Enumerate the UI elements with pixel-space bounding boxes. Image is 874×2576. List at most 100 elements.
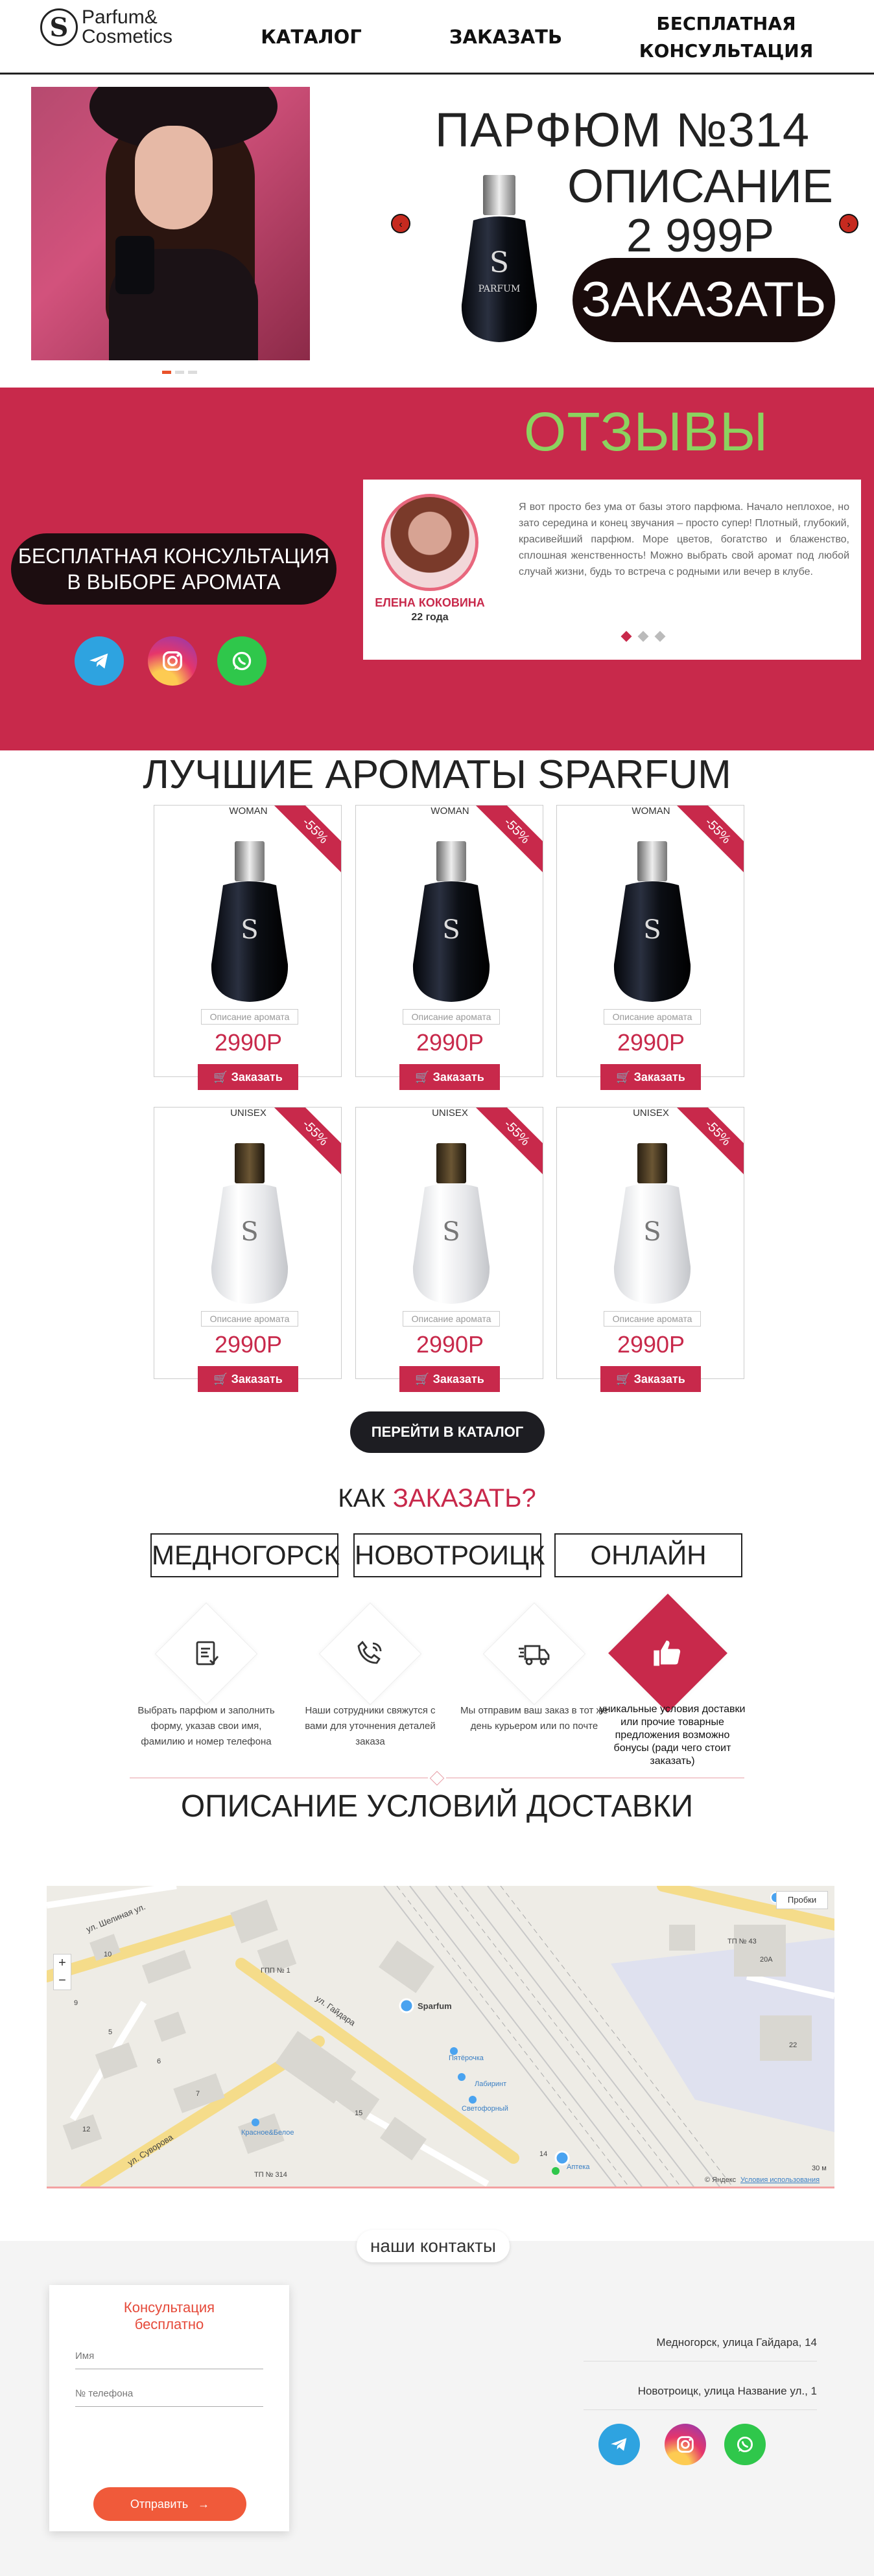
how-to-order-title: КАК ЗАКАЗАТЬ? [0,1484,874,1513]
product-card[interactable]: UNISEX -55% S Описание аромата 2990Р 🛒 Заказа… [355,1107,543,1402]
arrow-right-icon: → [198,2498,210,2511]
name-field[interactable] [75,2343,263,2369]
product-order-button[interactable]: 🛒 Заказать [198,1064,298,1090]
product-order-label: Заказать [432,1373,484,1386]
cart-icon: 🛒 [415,1071,430,1084]
product-order-button[interactable]: 🛒 Заказать [600,1064,701,1090]
cart-icon: 🛒 [616,1071,631,1084]
phone-field[interactable] [75,2381,263,2407]
nav-order[interactable]: ЗАКАЗАТЬ [441,23,571,51]
product-card[interactable]: UNISEX -55% S Описание аромата 2990Р 🛒 Заказа… [154,1107,342,1402]
review-text: Я вот просто без ума от базы этого парфю… [519,502,849,577]
map-label: 10 [104,1951,112,1958]
svg-text:S: S [643,915,661,945]
product-price: 2990Р [416,1331,484,1358]
product-bottle-image: S [211,841,289,1002]
free-consultation-button[interactable]: БЕСПЛАТНАЯ КОНСУЛЬТАЦИЯ В ВЫБОРЕ АРОМАТА [11,533,337,605]
thumbs-up-icon [632,1617,704,1689]
product-description: Описание аромата [604,1311,701,1327]
instagram-icon[interactable] [665,2424,706,2465]
map[interactable]: ул. Шелиная ул. ул. Гайдара ул. Суворова… [47,1886,834,2188]
product-price: 2990Р [617,1331,685,1358]
go-to-catalog-button[interactable]: ПЕРЕЙТИ В КАТАЛОГ [350,1411,545,1453]
whatsapp-icon[interactable] [724,2424,766,2465]
tab-online[interactable]: ОНЛАЙН [554,1533,742,1577]
step-3-text: Мы отправим ваш заказ в тот же день курь… [460,1705,608,1732]
product-order-button[interactable]: 🛒 Заказать [600,1366,701,1392]
map-label: Пятёрочка [449,2054,484,2062]
hero-price: 2 999Р [626,210,775,262]
product-card-frame: WOMAN -55% S Описание аромата 2990Р [556,805,744,1077]
map-label: 7 [196,2090,200,2098]
nav-catalog[interactable]: КАТАЛОГ [259,23,363,51]
slider-dot[interactable] [654,631,666,642]
map-label: Лабиринт [475,2080,507,2088]
tab-mednogorsk[interactable]: МЕДНОГОРСК [150,1533,340,1577]
product-card-frame: WOMAN -55% S Описание аромата 2990Р [154,805,342,1077]
slider-dot[interactable] [175,371,184,374]
product-order-label: Заказать [432,1071,484,1084]
svg-text:S: S [490,246,509,279]
map-label: 20А [760,1956,773,1964]
delivery-conditions-title: ОПИСАНИЕ УСЛОВИЙ ДОСТАВКИ [180,1789,694,1824]
hero-prev-arrow-icon[interactable]: ‹ [391,214,410,233]
reviewer-name: ЕЛЕНА КОКОВИНА [375,596,485,609]
how-title-plain: КАК [338,1484,393,1513]
step-2-text: Наши сотрудники свяжутся с вами для уточ… [305,1705,436,1747]
map-zoom-control[interactable]: + − [53,1954,71,1990]
product-order-label: Заказать [231,1373,283,1386]
nav-free-consultation[interactable]: БЕСПЛАТНАЯ КОНСУЛЬТАЦИЯ [632,10,820,65]
map-scale: 30 м [812,2164,827,2172]
product-card[interactable]: WOMAN -55% S Описание аромата 2990Р 🛒 Заказат… [556,805,744,1100]
product-price: 2990Р [214,1331,283,1358]
telegram-icon[interactable] [598,2424,640,2465]
form-title-line-1: Консультация [123,2299,215,2315]
product-bottle-image: S [613,841,691,1002]
product-bottle-image: S [211,1143,289,1304]
product-card[interactable]: WOMAN -55% S Описание аромата 2990Р 🛒 Заказат… [355,805,543,1100]
consult-label-line-1: БЕСПЛАТНАЯ КОНСУЛЬТАЦИЯ [18,544,330,568]
slider-dot[interactable] [162,371,171,374]
review-card: ЕЛЕНА КОКОВИНА 22 года Я вот просто без … [363,480,861,660]
map-label-sparfum[interactable]: Sparfum [418,2001,452,2011]
hero-slider-dots [162,371,197,374]
send-button-label: Отправить [130,2498,189,2511]
product-bottle-image: S [613,1143,691,1304]
product-order-label: Заказать [633,1373,685,1386]
product-order-button[interactable]: 🛒 Заказать [399,1366,500,1392]
slider-dot[interactable] [637,631,649,642]
slider-dot[interactable] [188,371,197,374]
map-label: ГПП № 1 [261,1967,290,1975]
cart-icon: 🛒 [213,1071,228,1084]
hero-order-button[interactable]: ЗАКАЗАТЬ [573,258,835,342]
instagram-icon[interactable] [148,636,197,686]
slider-dot[interactable] [620,631,632,642]
map-terms-link[interactable]: Условия использования [740,2176,820,2184]
product-card-frame: UNISEX -55% S Описание аромата 2990Р [154,1107,342,1379]
logo-text-line-1: Parfum& [82,6,158,28]
product-description: Описание аромата [403,1311,500,1327]
product-description: Описание аромата [403,1009,500,1025]
send-button[interactable]: Отправить → [93,2487,246,2521]
form-title: Консультация бесплатно [49,2299,289,2333]
traffic-button[interactable]: Пробки [776,1891,828,1909]
whatsapp-icon[interactable] [217,636,266,686]
logo[interactable]: S Parfum& Cosmetics [40,8,172,47]
delivery-truck-icon [498,1618,571,1690]
product-card-frame: UNISEX -55% S Описание аромата 2990Р [556,1107,744,1379]
telegram-icon[interactable] [75,636,124,686]
map-label: 12 [82,2126,91,2133]
product-card[interactable]: UNISEX -55% S Описание аромата 2990Р 🛒 Заказа… [556,1107,744,1402]
svg-text:PARFUM: PARFUM [478,284,521,294]
tab-novotroitsk[interactable]: НОВОТРОИЦК [353,1533,545,1577]
reviews-section: ОТЗЫВЫ БЕСПЛАТНАЯ КОНСУЛЬТАЦИЯ В ВЫБОРЕ … [0,388,874,750]
product-order-button[interactable]: 🛒 Заказать [399,1064,500,1090]
product-card[interactable]: WOMAN -55% S Описание аромата 2990Р 🛒 Заказат… [154,805,342,1100]
hero-photo [31,87,310,360]
step-1-text: Выбрать парфюм и заполнить форму, указав… [137,1705,275,1747]
cart-icon: 🛒 [415,1373,430,1386]
contacts-title: наши контакты [357,2230,510,2262]
product-price: 2990Р [617,1029,685,1056]
product-order-button[interactable]: 🛒 Заказать [198,1366,298,1392]
svg-text:S: S [241,915,258,945]
